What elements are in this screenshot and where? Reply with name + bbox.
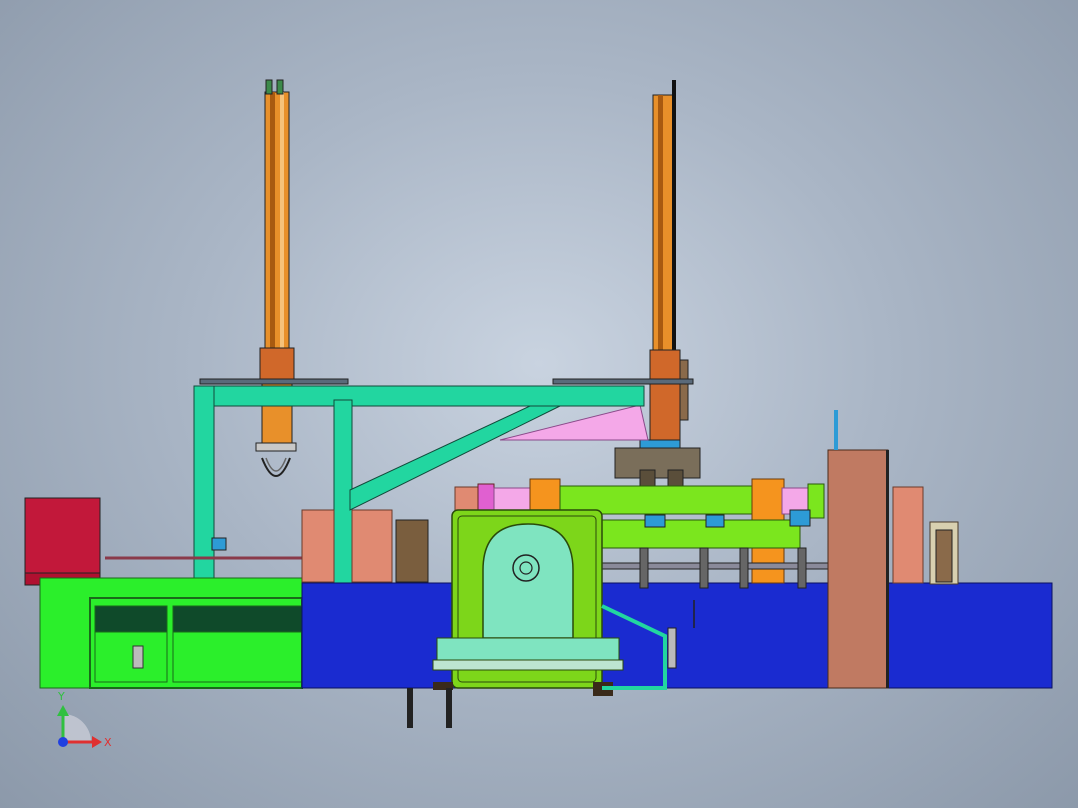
y-axis-arrowhead bbox=[57, 705, 69, 716]
axis-triad: X Y bbox=[57, 690, 112, 749]
x-axis-label: X bbox=[104, 736, 112, 749]
cad-viewport[interactable]: X Y bbox=[0, 0, 1078, 808]
top-rails bbox=[199, 378, 694, 385]
y-axis-label: Y bbox=[57, 690, 65, 703]
control-cabinet bbox=[24, 497, 101, 586]
left-lift-column bbox=[255, 79, 297, 477]
blue-base bbox=[301, 582, 1053, 689]
x-axis-arrowhead bbox=[92, 736, 102, 748]
z-axis-origin bbox=[58, 737, 68, 747]
